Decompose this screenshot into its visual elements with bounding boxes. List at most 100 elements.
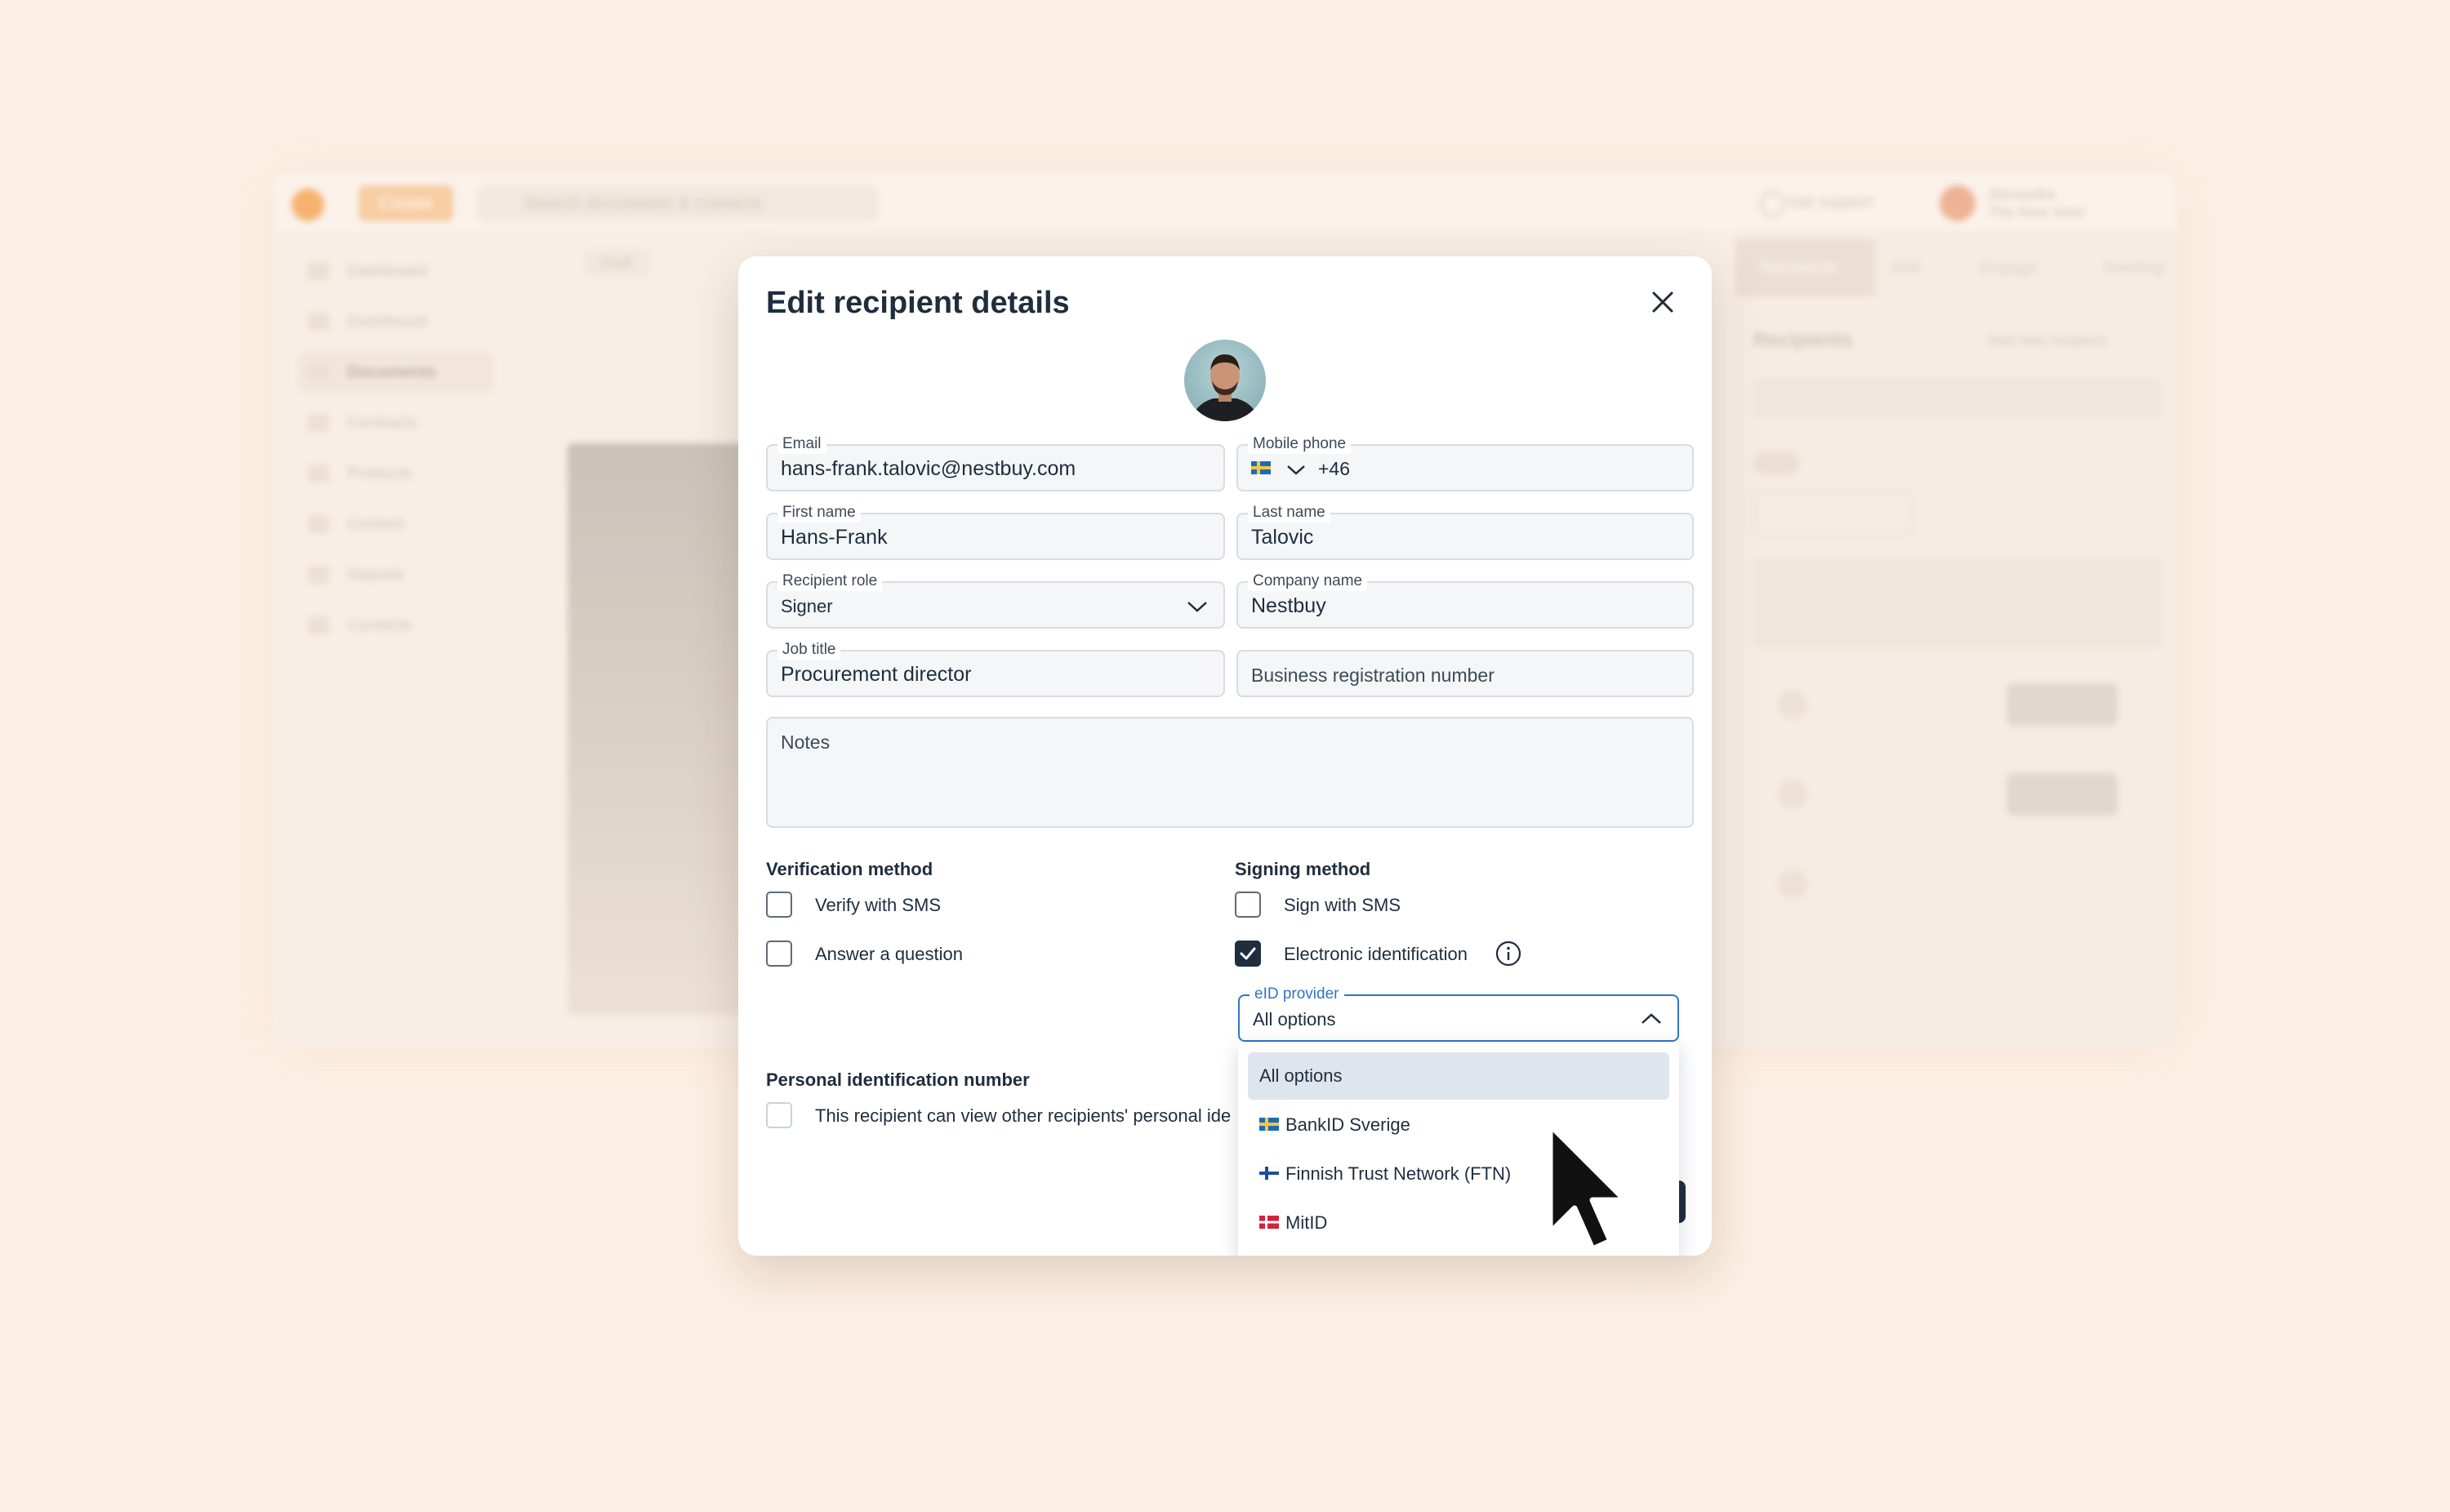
app-logo <box>292 189 324 221</box>
person-portrait <box>1191 354 1259 421</box>
last-name-label: Last name <box>1248 503 1330 523</box>
email-label: Email <box>777 434 826 454</box>
signing-method-heading: Signing method <box>1235 859 1371 879</box>
steps-bar: Recipients Add Engage Sending <box>1735 239 2176 296</box>
notes-placeholder: Notes <box>781 732 831 753</box>
dialog-title: Edit recipient details <box>766 286 1070 320</box>
sign-sms-option[interactable]: Sign with SMS <box>1235 892 1561 921</box>
avatar <box>1184 340 1266 421</box>
chevron-down-icon[interactable] <box>1285 460 1307 478</box>
first-name-field[interactable]: First name Hans-Frank <box>766 503 1225 560</box>
finland-flag-icon <box>1259 1167 1279 1181</box>
notes-field[interactable]: Notes <box>766 717 1694 828</box>
close-button[interactable] <box>1645 284 1681 320</box>
sidebar-item-documents: Documents <box>298 352 494 393</box>
assign-role-button <box>2007 683 2118 726</box>
sidebar-item-contacts: Contacts <box>298 605 494 646</box>
create-button: Create <box>359 185 453 221</box>
sidebar-item-dashboard: Dashboard <box>298 251 494 291</box>
sidebar-item-content: Content <box>298 504 494 545</box>
recipient-role-value: Signer <box>781 596 833 616</box>
sweden-flag-icon <box>1251 461 1271 474</box>
support-link: Get support <box>1752 189 1902 216</box>
first-name-label: First name <box>777 503 861 523</box>
app-topbar: Create Search documents & contacts Get s… <box>274 174 2176 231</box>
mobile-phone-label: Mobile phone <box>1248 434 1352 454</box>
denmark-flag-icon <box>1259 1216 1279 1230</box>
avatar <box>1778 780 1807 809</box>
signing-order-toggle <box>1753 451 1799 474</box>
electronic-identification-label: Electronic identification <box>1284 944 1468 964</box>
contact-search <box>1753 378 2162 419</box>
profile-user-name: Alexandra <box>1989 186 2056 202</box>
avatar <box>1940 185 1976 221</box>
step-engage: Engage <box>1980 259 2037 277</box>
job-title-label: Job title <box>777 640 841 660</box>
checkmark-icon <box>1240 947 1256 960</box>
job-title-value: Procurement director <box>781 663 972 686</box>
last-name-value: Talovic <box>1251 526 1314 549</box>
answer-question-label: Answer a question <box>815 944 963 964</box>
edit-recipient-dialog: Edit recipient details Email hans-frank.… <box>738 256 1712 1256</box>
add-recipient-link: Add new recipient <box>1989 332 2106 349</box>
sidebar-item-dashboard-2: Dashboard <box>298 301 494 342</box>
electronic-identification-option[interactable]: Electronic identification <box>1235 941 1480 970</box>
step-add: Add <box>1891 259 1920 277</box>
option-label: BankID Sverige <box>1285 1114 1410 1135</box>
recipient-role-select[interactable]: Recipient role Signer <box>766 571 1225 629</box>
sidebar-item-contracts: Contracts <box>298 402 494 443</box>
info-icon[interactable] <box>1494 940 1522 967</box>
electronic-identification-checkbox[interactable] <box>1235 941 1261 967</box>
business-registration-placeholder: Business registration number <box>1251 665 1494 686</box>
option-label: MitID <box>1285 1212 1328 1233</box>
avatar <box>1778 869 1807 899</box>
business-registration-field[interactable]: Business registration number <box>1236 650 1694 697</box>
eid-option-all[interactable]: All options <box>1248 1052 1669 1100</box>
answer-question-checkbox[interactable] <box>766 941 792 967</box>
recipients-title: Recipients <box>1753 329 1853 351</box>
first-name-value: Hans-Frank <box>781 526 888 549</box>
list-item <box>1753 672 2162 737</box>
email-field[interactable]: Email hans-frank.talovic@nestbuy.com <box>766 434 1225 491</box>
chevron-down-icon <box>1187 602 1207 612</box>
recipients-panel: Recipients Add Engage Sending Recipients… <box>1735 231 2176 1047</box>
list-item <box>1753 852 2162 917</box>
company-name-field[interactable]: Company name Nestbuy <box>1236 571 1694 629</box>
verify-sms-label: Verify with SMS <box>815 895 942 915</box>
option-label: Finnish Trust Network (FTN) <box>1285 1163 1512 1184</box>
step-sending: Sending <box>2103 259 2163 277</box>
verify-sms-option[interactable]: Verify with SMS <box>766 892 1093 921</box>
chevron-up-icon <box>1642 1013 1661 1024</box>
close-icon <box>1652 291 1673 313</box>
step-recipients: Recipients <box>1735 239 1874 296</box>
recipient-role-label: Recipient role <box>777 571 883 591</box>
eid-provider-label: eID provider <box>1250 985 1344 1004</box>
sweden-flag-icon <box>1259 1118 1279 1132</box>
option-label: All options <box>1259 1065 1343 1086</box>
view-personal-id-checkbox[interactable] <box>766 1102 792 1128</box>
global-search: Search documents & contacts <box>478 185 878 221</box>
country-code: +46 <box>1318 458 1351 479</box>
sign-sms-label: Sign with SMS <box>1284 895 1401 915</box>
company-name-value: Nestbuy <box>1251 594 1326 617</box>
personal-id-heading: Personal identification number <box>766 1070 1030 1090</box>
edit-signing-order-button <box>1753 491 1912 535</box>
sidebar-item-reports: Reports <box>298 554 494 595</box>
template-roles-notice <box>1753 558 2162 647</box>
app-sidebar: Dashboard Dashboard Documents Contracts … <box>274 231 519 1047</box>
mobile-phone-field[interactable]: Mobile phone +46 <box>1236 434 1694 491</box>
company-name-label: Company name <box>1248 571 1368 591</box>
verification-method-heading: Verification method <box>766 859 933 879</box>
answer-question-option[interactable]: Answer a question <box>766 941 1093 970</box>
sign-sms-checkbox[interactable] <box>1235 892 1261 918</box>
view-personal-id-option[interactable]: This recipient can view other recipients… <box>766 1102 1240 1132</box>
last-name-field[interactable]: Last name Talovic <box>1236 503 1694 560</box>
job-title-field[interactable]: Job title Procurement director <box>766 640 1225 697</box>
verify-sms-checkbox[interactable] <box>766 892 792 918</box>
draft-badge: Draft <box>584 249 649 277</box>
eid-provider-select[interactable]: eID provider All options <box>1238 985 1679 1042</box>
profile-subtitle: The Nest store <box>1989 204 2086 220</box>
assign-role-button <box>2007 773 2118 816</box>
eid-provider-value: All options <box>1253 1009 1336 1029</box>
profile-name: Alexandra The Nest store <box>1989 185 2085 221</box>
